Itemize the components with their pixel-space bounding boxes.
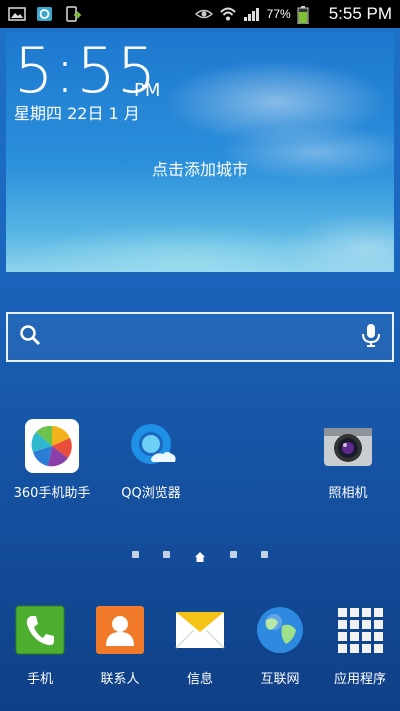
- dock-contacts[interactable]: 联系人: [80, 604, 160, 687]
- page-dot[interactable]: [132, 550, 139, 558]
- dock-label: 互联网: [260, 672, 300, 687]
- widget-ampm: PM: [134, 80, 161, 101]
- signal-strength-icon: [243, 6, 261, 22]
- qq-browser-icon: [123, 418, 179, 474]
- google-search-bar[interactable]: [6, 312, 394, 362]
- dock-messages[interactable]: 信息: [160, 604, 240, 687]
- app-qq-browser[interactable]: QQ浏览器: [106, 418, 196, 501]
- voice-search-mic-icon[interactable]: [360, 322, 382, 352]
- widget-date: 星期四 22日 1 月: [14, 104, 140, 123]
- dock-label: 联系人: [100, 672, 140, 687]
- add-city-prompt[interactable]: 点击添加城市: [6, 156, 394, 180]
- home-page-icon[interactable]: [194, 548, 206, 562]
- status-bar[interactable]: 77% 5:55 PM: [0, 0, 400, 28]
- clock-weather-widget[interactable]: 5:55 PM 星期四 22日 1 月 点击添加城市: [6, 32, 394, 272]
- apps-grid-icon: [334, 604, 386, 656]
- messages-icon: [174, 604, 226, 656]
- contacts-icon: [94, 604, 146, 656]
- dock-label: 应用程序: [333, 672, 386, 687]
- 360-assistant-icon: [24, 418, 80, 474]
- app-camera[interactable]: 照相机: [303, 418, 393, 501]
- app-label: 360手机助手: [13, 486, 91, 501]
- dock-phone[interactable]: 手机: [0, 604, 80, 687]
- status-bar-time: 5:55 PM: [328, 4, 392, 23]
- dock-apps[interactable]: 应用程序: [320, 604, 400, 687]
- battery-percent: 77%: [266, 7, 291, 21]
- app-360-assistant[interactable]: 360手机助手: [7, 418, 97, 501]
- app-label: 照相机: [328, 486, 368, 501]
- dock-label: 手机: [26, 672, 53, 687]
- internet-icon: [254, 604, 306, 656]
- app-notification-icon: [36, 6, 54, 22]
- dock-internet[interactable]: 互联网: [240, 604, 320, 687]
- battery-icon: [297, 6, 315, 25]
- search-icon[interactable]: [18, 323, 42, 351]
- smart-stay-eye-icon: [194, 6, 213, 22]
- page-dot[interactable]: [261, 550, 268, 558]
- page-dot[interactable]: [163, 550, 170, 558]
- page-dot[interactable]: [230, 550, 237, 558]
- gallery-notification-icon: [8, 6, 26, 22]
- update-notification-icon: [64, 6, 82, 22]
- phone-icon: [14, 604, 66, 656]
- page-indicator[interactable]: [0, 548, 400, 562]
- camera-icon: [320, 418, 376, 474]
- app-label: QQ浏览器: [121, 486, 181, 501]
- dock-label: 信息: [186, 672, 213, 687]
- wifi-icon: [219, 6, 237, 22]
